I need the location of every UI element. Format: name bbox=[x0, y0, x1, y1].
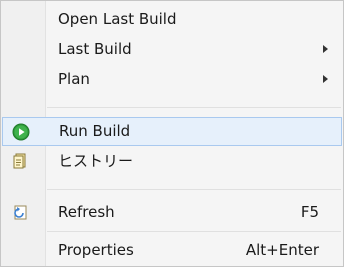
submenu-arrow-icon bbox=[323, 75, 328, 83]
menu-item-refresh[interactable]: Refresh F5 bbox=[1, 197, 343, 227]
menu-separator bbox=[47, 107, 341, 108]
menu-separator bbox=[47, 189, 341, 190]
menu-item-properties[interactable]: Properties Alt+Enter bbox=[1, 235, 343, 265]
menu-item-run-build[interactable]: Run Build bbox=[2, 117, 342, 146]
menu-item-plan[interactable]: Plan bbox=[1, 64, 343, 94]
menu-item-label: ヒストリー bbox=[58, 152, 134, 170]
menu-item-shortcut: Alt+Enter bbox=[245, 241, 319, 259]
menu-item-open-last-build[interactable]: Open Last Build bbox=[1, 4, 343, 34]
menu-item-last-build[interactable]: Last Build bbox=[1, 34, 343, 64]
menu-item-label: Refresh bbox=[58, 203, 115, 221]
history-icon bbox=[11, 152, 29, 170]
run-icon bbox=[12, 123, 30, 141]
menu-separator bbox=[47, 231, 341, 232]
menu-item-label: Open Last Build bbox=[58, 10, 177, 28]
refresh-icon bbox=[11, 203, 29, 221]
menu-item-shortcut: F5 bbox=[300, 203, 319, 221]
menu-item-label: Run Build bbox=[59, 122, 131, 140]
menu-item-label: Plan bbox=[58, 70, 90, 88]
menu-item-history[interactable]: ヒストリー bbox=[1, 146, 343, 176]
menu-item-label: Properties bbox=[58, 241, 134, 259]
context-menu: Open Last Build Last Build Plan Run Buil… bbox=[0, 0, 344, 267]
menu-item-label: Last Build bbox=[58, 40, 132, 58]
submenu-arrow-icon bbox=[323, 45, 328, 53]
